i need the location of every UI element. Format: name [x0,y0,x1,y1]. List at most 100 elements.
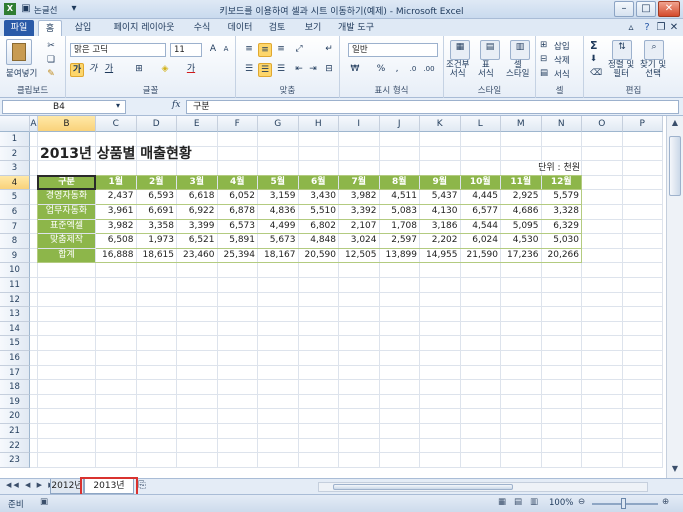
row-header-19[interactable]: 19 [0,394,30,410]
format-table-icon[interactable]: ▤ [480,40,500,60]
decrease-decimal-icon[interactable]: .00 [422,63,436,77]
zoom-in-icon[interactable]: ⊕ [662,497,669,507]
accounting-icon[interactable]: ₩ [348,63,362,77]
shrink-font-icon[interactable]: A [219,43,233,57]
row-header-14[interactable]: 14 [0,321,30,337]
format-painter-icon[interactable]: ✎ [44,68,58,82]
column-header-e[interactable]: E [177,116,218,132]
align-center-icon[interactable]: ☰ [258,63,272,77]
cell-style-label[interactable]: 셀 스타일 [506,61,529,79]
column-header-d[interactable]: D [136,116,177,132]
row-header-2[interactable]: 2 [0,146,30,162]
row-header-3[interactable]: 3 [0,161,30,176]
conditional-format-label[interactable]: 조건부 서식 [446,61,469,79]
align-right-icon[interactable]: ☰ [274,63,288,77]
worksheet-grid[interactable]: A B C D E F G H I J K L M N O P 1 2 3 4 5 6 7 8 9 10 11 12 13 14 15 16 1… [0,116,666,478]
column-header-g[interactable]: G [258,116,299,132]
row-header-8[interactable]: 8 [0,234,30,249]
row-header-6[interactable]: 6 [0,205,30,220]
conditional-format-icon[interactable]: ▦ [450,40,470,60]
row-header-15[interactable]: 15 [0,336,30,351]
font-size-select[interactable]: 11 [170,43,202,57]
row-header-11[interactable]: 11 [0,278,30,293]
fill-icon[interactable]: ⬇ [590,54,597,64]
underline-button[interactable]: 가 [102,63,116,77]
align-top-icon[interactable]: ≡ [242,43,256,57]
delete-cells-label[interactable]: 삭제 [554,54,570,66]
name-box[interactable]: B4 [2,100,126,114]
tab-review[interactable]: 검토 [262,20,292,36]
row-header-20[interactable]: 20 [0,409,30,424]
vertical-scrollbar[interactable]: ▲ ▼ [666,116,683,478]
indent-decrease-icon[interactable]: ⇤ [292,63,306,77]
comma-button[interactable]: , [390,63,404,77]
row-header-16[interactable]: 16 [0,351,30,366]
row-header-4[interactable]: 4 [0,175,30,191]
tab-view[interactable]: 보기 [298,20,328,36]
tab-page-layout[interactable]: 페이지 레이아웃 [104,20,184,36]
fill-color-icon[interactable]: ◈ [158,63,172,77]
hscroll-thumb[interactable] [333,484,513,490]
normal-view-icon[interactable]: ▦ [498,497,506,507]
tab-formulas[interactable]: 수식 [188,20,216,36]
page-layout-view-icon[interactable]: ▤ [514,497,522,507]
tab-file[interactable]: 파일 [4,20,34,36]
row-header-1[interactable]: 1 [0,132,30,147]
sort-filter-label[interactable]: 정렬 및 필터 [608,61,634,79]
border-icon[interactable]: ⊞ [132,63,146,77]
find-select-icon[interactable]: ⌕ [644,40,664,60]
row-header-23[interactable]: 23 [0,453,30,468]
scroll-thumb[interactable] [669,136,681,196]
column-header-f[interactable]: F [217,116,258,132]
italic-button[interactable]: 가 [86,63,100,77]
row-header-10[interactable]: 10 [0,263,30,278]
insert-sheet-icon[interactable]: ⎘ [138,480,146,491]
column-header-b[interactable]: B [38,116,96,132]
insert-cells-label[interactable]: 삽입 [554,40,570,52]
sheet-tab-2012[interactable]: 2012년 [50,479,84,494]
column-header-n[interactable]: N [541,116,582,132]
minimize-button[interactable]: – [614,1,634,17]
row-header-7[interactable]: 7 [0,219,30,235]
percent-button[interactable]: % [374,63,388,77]
column-header-m[interactable]: M [501,116,542,132]
increase-decimal-icon[interactable]: .0 [406,63,420,77]
zoom-slider-thumb[interactable] [621,498,626,509]
horizontal-scrollbar[interactable] [318,482,648,492]
tab-data[interactable]: 데이터 [222,20,258,36]
align-bottom-icon[interactable]: ≡ [274,43,288,57]
row-header-22[interactable]: 22 [0,438,30,454]
row-header-9[interactable]: 9 [0,248,30,264]
orientation-icon[interactable]: ⤢ [292,43,306,57]
bold-button[interactable]: 가 [70,63,84,77]
delete-cells-icon[interactable]: ⊟ [540,54,547,64]
sheet-title[interactable]: 2013년 상품별 매출현황 [40,144,192,163]
scroll-down-icon[interactable]: ▼ [669,464,681,476]
function-icon[interactable]: fx [172,100,180,110]
restore-icon[interactable]: ❐ [655,22,667,34]
column-header-i[interactable]: I [339,116,380,132]
font-color-button[interactable]: 가 [184,63,198,77]
zoom-level[interactable]: 100% [549,498,573,508]
row-header-21[interactable]: 21 [0,424,30,439]
cell-style-icon[interactable]: ▥ [510,40,530,60]
align-middle-icon[interactable]: ≡ [258,43,272,57]
ribbon-collapse-icon[interactable]: ▵ [625,22,637,34]
zoom-out-icon[interactable]: ⊖ [578,497,585,507]
merge-center-icon[interactable]: ⊟ [322,63,336,77]
row-header-13[interactable]: 13 [0,307,30,322]
sort-filter-icon[interactable]: ⇅ [612,40,632,60]
close-button[interactable]: ✕ [658,1,680,17]
tab-home[interactable]: 홈 [38,20,62,36]
align-left-icon[interactable]: ☰ [242,63,256,77]
column-header-c[interactable]: C [96,116,137,132]
row-header-17[interactable]: 17 [0,365,30,381]
font-name-select[interactable]: 맑은 고딕 [70,43,166,57]
number-format-select[interactable]: 일반 [348,43,438,57]
paste-label[interactable]: 붙여넣기 [6,67,37,79]
tab-insert[interactable]: 삽입 [68,20,98,36]
copy-icon[interactable]: ❏ [44,54,58,68]
scroll-up-icon[interactable]: ▲ [669,118,681,130]
page-break-view-icon[interactable]: ▥ [530,497,538,507]
autosum-button[interactable]: Σ [590,39,598,52]
